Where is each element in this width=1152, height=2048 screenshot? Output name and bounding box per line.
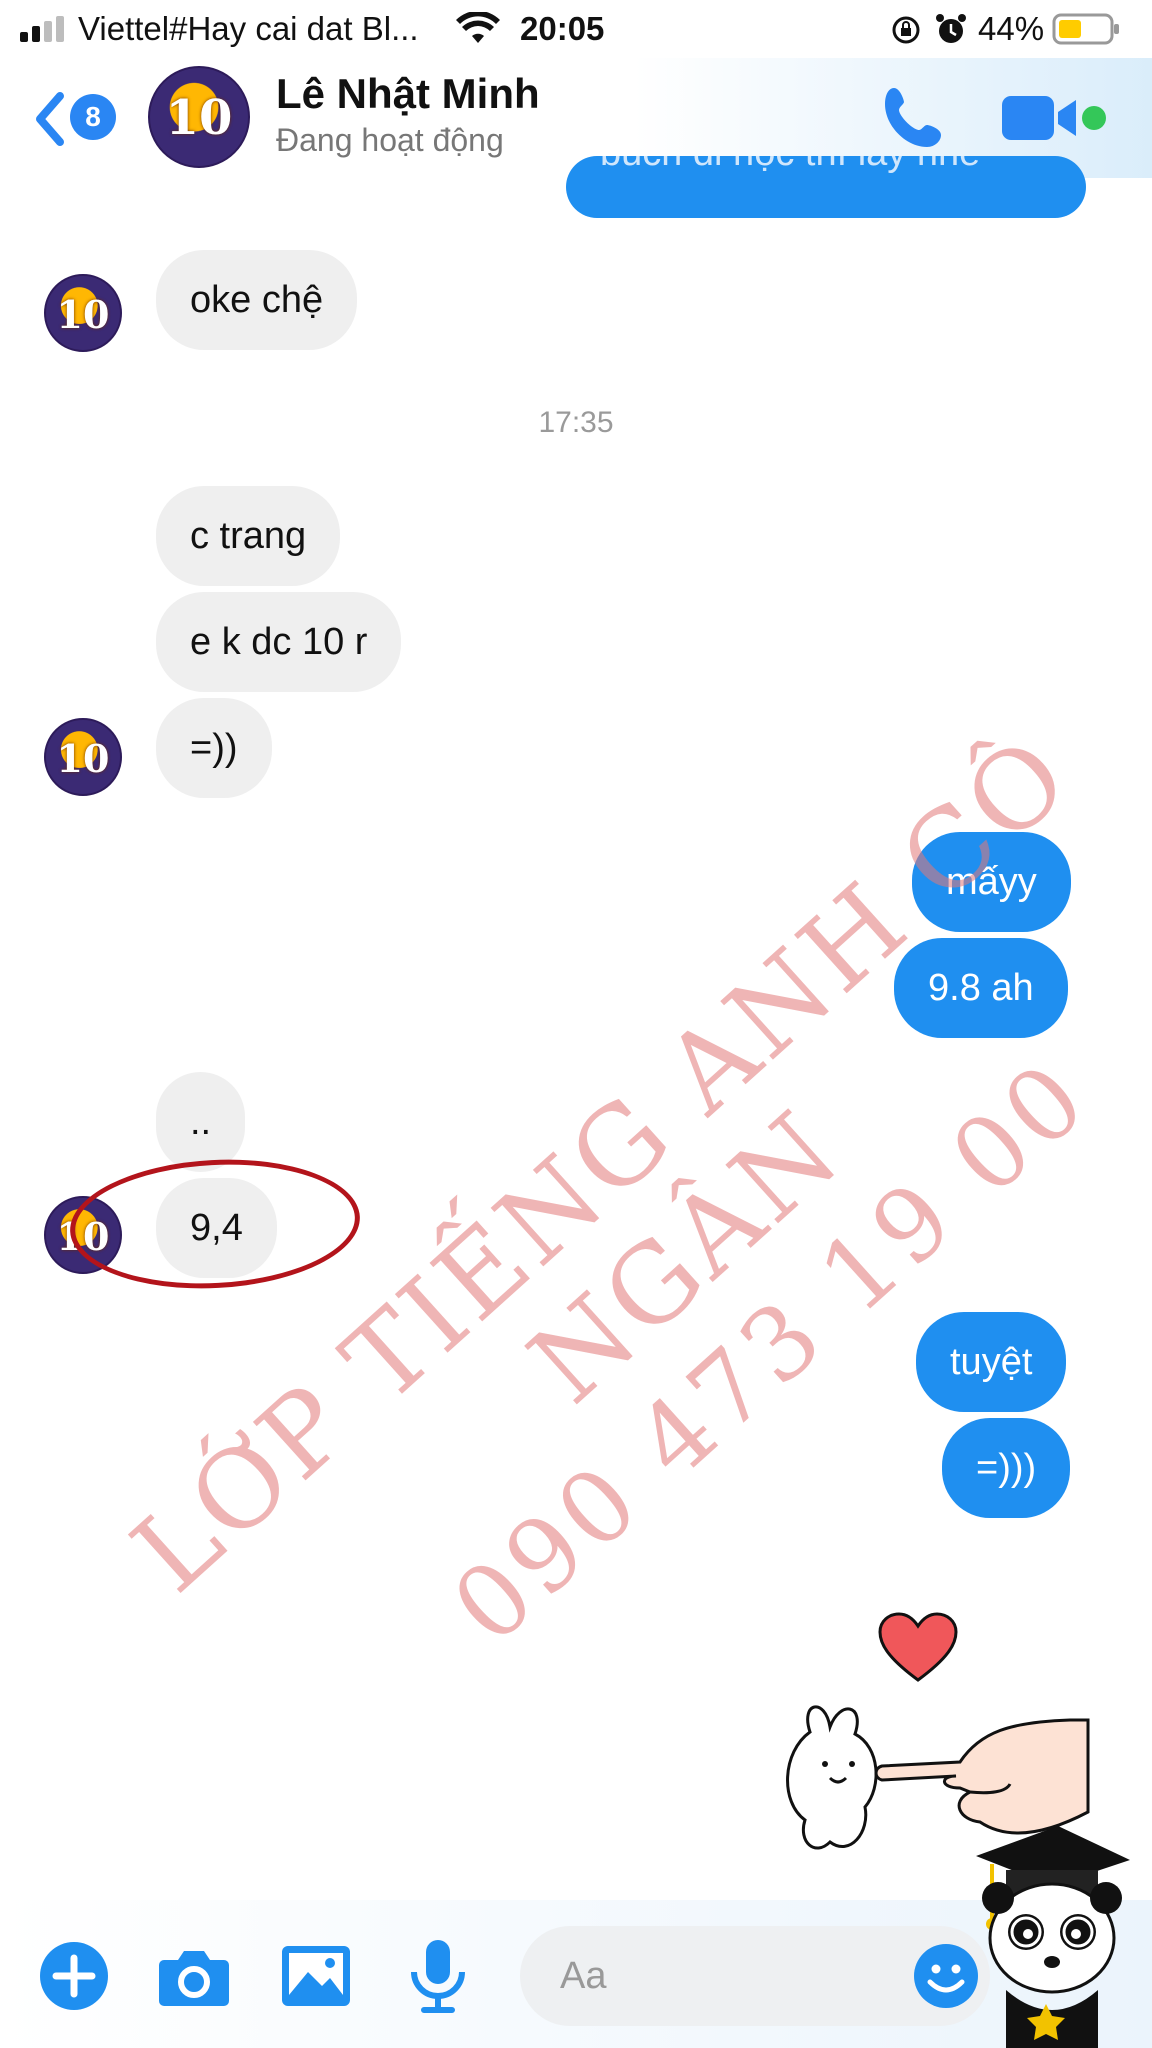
message-text: .. — [190, 1101, 212, 1143]
signal-icon — [20, 16, 68, 42]
microphone-icon[interactable] — [400, 1938, 476, 2014]
message-text: c trang — [190, 515, 307, 557]
avatar-label: 10 — [165, 90, 233, 146]
panda-graduate-logo — [976, 1826, 1130, 2048]
contact-status: Đang hoạt động — [276, 122, 504, 158]
chevron-left-icon[interactable] — [32, 92, 68, 146]
alarm-icon — [936, 14, 966, 43]
camera-icon[interactable] — [156, 1938, 232, 2014]
message-bubble-incoming[interactable]: e k dc 10 r — [156, 592, 402, 692]
heart-icon — [878, 1612, 958, 1682]
rotation-lock-icon — [892, 16, 920, 44]
image-icon[interactable] — [278, 1938, 354, 2014]
message-bubble-incoming[interactable]: =)) — [156, 698, 272, 798]
message-text: bucri di học thì lấy nhé — [600, 156, 980, 172]
message-timestamp: 17:35 — [538, 406, 614, 439]
message-text: =)) — [190, 727, 238, 769]
message-text: 9.8 ah — [928, 967, 1034, 1009]
message-bubble-outgoing[interactable]: 9.8 ah — [894, 938, 1068, 1038]
carrier-name: Viettel#Hay cai dat Bl... — [78, 10, 419, 47]
unread-count-badge[interactable]: 8 — [70, 94, 116, 140]
avatar[interactable]: 10 — [44, 274, 122, 352]
highlight-circle — [66, 1152, 364, 1296]
message-text: tuyệt — [950, 1341, 1033, 1383]
message-bubble-outgoing[interactable]: mấyy — [912, 832, 1071, 932]
status-bar: Viettel#Hay cai dat Bl... 20:05 44% — [0, 0, 1152, 58]
video-camera-icon[interactable] — [1000, 90, 1080, 146]
battery-icon — [1052, 13, 1119, 45]
message-text: e k dc 10 r — [190, 621, 368, 663]
battery-percent: 44% — [978, 10, 1045, 47]
message-bubble-incoming[interactable]: .. — [156, 1072, 246, 1172]
contact-name[interactable]: Lê Nhật Minh — [276, 70, 540, 118]
avatar-label: 10 — [56, 292, 110, 337]
phone-icon[interactable] — [880, 82, 950, 152]
message-text: =))) — [976, 1447, 1037, 1489]
message-text: oke chệ — [190, 279, 324, 321]
message-text: mấyy — [946, 861, 1037, 903]
wifi-icon — [456, 12, 500, 43]
avatar[interactable]: 10 — [148, 66, 250, 168]
clock: 20:05 — [520, 10, 605, 47]
message-bubble-incoming[interactable]: c trang — [156, 486, 341, 586]
message-bubble-incoming[interactable]: oke chệ — [156, 250, 358, 350]
avatar-label: 10 — [56, 736, 110, 781]
message-bubble-outgoing[interactable]: tuyệt — [916, 1312, 1067, 1412]
message-bubble-outgoing[interactable]: =))) — [942, 1418, 1071, 1518]
message-input[interactable] — [560, 1948, 880, 2004]
plus-icon[interactable] — [36, 1938, 112, 2014]
message-bubble-outgoing[interactable]: bucri di học thì lấy nhé — [566, 156, 1086, 218]
online-status-dot — [1082, 106, 1106, 130]
avatar[interactable]: 10 — [44, 718, 122, 796]
